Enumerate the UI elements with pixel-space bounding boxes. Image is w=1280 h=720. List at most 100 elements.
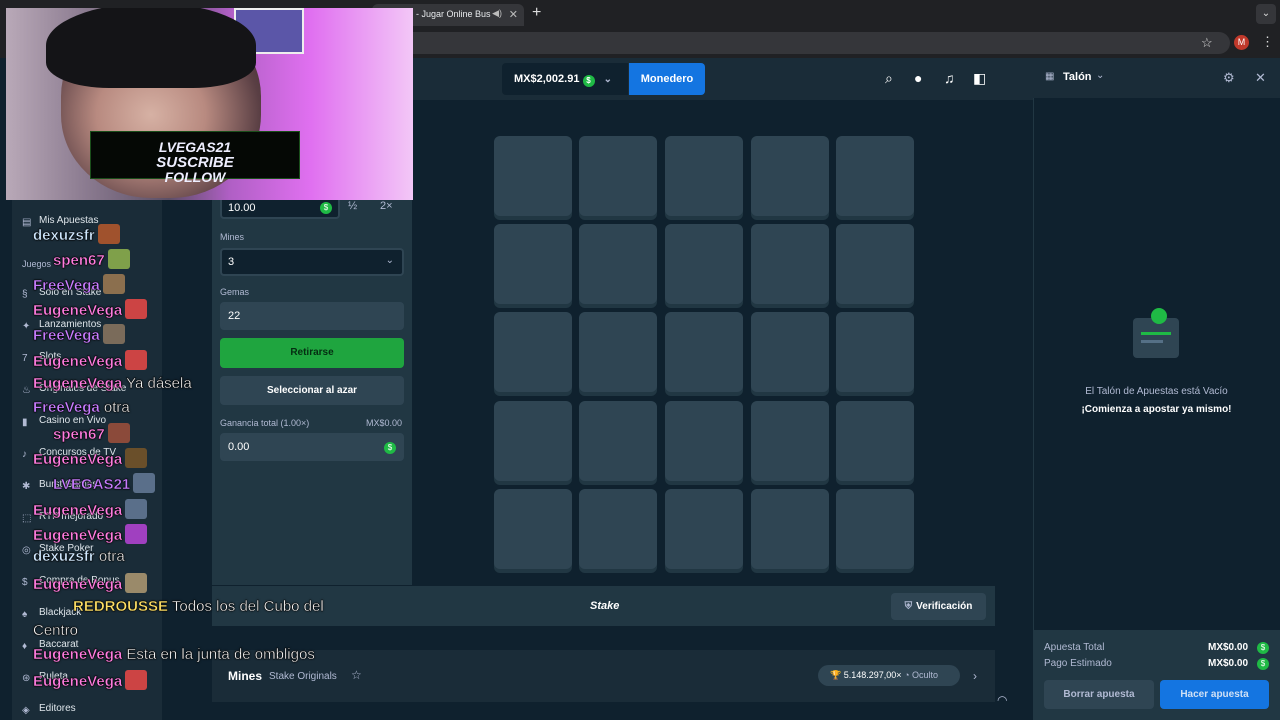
search-icon[interactable]: ⌕ — [885, 70, 893, 87]
headset-icon[interactable]: ◠ — [997, 693, 1007, 707]
chat-message: REDROUSSE Todos los del Cubo del — [73, 598, 324, 615]
mine-tile[interactable] — [579, 136, 657, 216]
slots-icon: 7 — [22, 353, 28, 364]
chat-message: spen67 — [53, 423, 130, 443]
half-bet-button[interactable]: ½ — [348, 200, 357, 212]
mine-tile[interactable] — [494, 224, 572, 304]
est-payout-value: MX$0.00 — [1208, 658, 1249, 669]
flame-icon: ♨ — [22, 385, 31, 396]
chat-message: EugeneVega — [33, 448, 148, 468]
balance-display[interactable]: MX$2,002.91 $ ⌄ — [502, 63, 628, 95]
mic-icon: ♪ — [22, 449, 27, 460]
chevron-down-icon[interactable]: ⌄ — [1256, 4, 1276, 24]
close-icon[interactable]: ✕ — [1255, 70, 1266, 86]
chat-message: EugeneVega — [33, 350, 148, 370]
mine-tile[interactable] — [751, 136, 829, 216]
chevron-right-icon[interactable]: › — [973, 669, 977, 683]
mines-select[interactable]: 3 ⌄ — [220, 248, 404, 276]
sidebar-item-publishers[interactable]: ◈ Editores — [22, 703, 76, 716]
chat-username: EugeneVega — [33, 502, 123, 519]
spade-icon: ♠ — [22, 609, 28, 620]
mine-tile[interactable] — [836, 401, 914, 481]
shield-check-icon: ⛨ — [904, 601, 913, 612]
mine-tile[interactable] — [751, 224, 829, 304]
mine-tile[interactable] — [665, 224, 743, 304]
chat-message: Centro — [33, 622, 78, 639]
close-tab-icon[interactable]: ✕ — [509, 8, 518, 21]
chat-emote-icon — [125, 448, 148, 468]
verify-button[interactable]: ⛨ Verificación — [891, 593, 986, 620]
max-win-pill[interactable]: 🏆 5.148.297,00× ◔ Oculto — [818, 665, 960, 686]
profile-avatar[interactable]: M — [1234, 35, 1249, 50]
chat-text: otra — [99, 399, 130, 416]
mine-tile[interactable] — [665, 312, 743, 392]
wallet-button[interactable]: Monedero — [629, 63, 705, 95]
subscribe-banner: LVEGAS21 SUSCRIBE FOLLOW — [90, 131, 300, 185]
notifications-bell-icon[interactable]: ♫ — [944, 70, 955, 86]
chat-message: EugeneVega Ya dásela — [33, 375, 192, 392]
mine-tile[interactable] — [579, 312, 657, 392]
mine-tile[interactable] — [836, 489, 914, 569]
mine-tile[interactable] — [579, 489, 657, 569]
chat-username: EugeneVega — [33, 353, 123, 370]
chat-username: spen67 — [53, 426, 105, 443]
chat-username: FreeVega — [33, 327, 100, 344]
chat-username: EugeneVega — [33, 576, 123, 593]
mine-tile[interactable] — [494, 136, 572, 216]
chevron-down-icon[interactable]: ⌄ — [1096, 70, 1104, 81]
chat-username: EugeneVega — [33, 375, 123, 392]
chat-emote-icon — [125, 299, 148, 319]
address-bar[interactable] — [300, 32, 1230, 54]
chat-message: EugeneVega Esta en la junta de ombligos — [33, 646, 315, 663]
publishers-icon: ◈ — [22, 705, 30, 716]
chat-text: otra — [94, 548, 125, 565]
rtp-icon: ⬚ — [22, 513, 32, 524]
random-pick-button[interactable]: Seleccionar al azar — [220, 376, 404, 405]
chat-emote-icon — [97, 224, 120, 244]
mine-tile[interactable] — [579, 401, 657, 481]
betslip-title[interactable]: Talón — [1063, 71, 1092, 83]
browser-menu-icon[interactable]: ⋮ — [1261, 34, 1274, 50]
user-icon[interactable]: ● — [914, 70, 922, 86]
currency-coin-icon: $ — [1257, 642, 1269, 654]
mine-tile[interactable] — [836, 224, 914, 304]
chat-message: EugeneVega — [33, 499, 148, 519]
place-bet-button[interactable]: Hacer apuesta — [1160, 680, 1269, 709]
mine-tile[interactable] — [836, 136, 914, 216]
toggle-betslip-icon[interactable]: ◧ — [973, 70, 986, 87]
mine-tile[interactable] — [665, 136, 743, 216]
stake-icon: § — [22, 289, 28, 300]
est-payout-label: Pago Estimado — [1044, 658, 1112, 669]
chat-text: Esta en la junta de ombligos — [122, 646, 315, 663]
chat-username: REDROUSSE — [73, 598, 169, 615]
mine-tile[interactable] — [494, 401, 572, 481]
mine-tile[interactable] — [836, 312, 914, 392]
currency-coin-icon: $ — [320, 202, 332, 214]
bookmark-star-icon[interactable]: ☆ — [1201, 35, 1213, 51]
chat-username: spen67 — [53, 252, 105, 269]
chat-username: dexuzsfr — [33, 227, 95, 244]
mine-tile[interactable] — [751, 401, 829, 481]
double-bet-button[interactable]: 2× — [380, 200, 393, 212]
mine-tile[interactable] — [665, 489, 743, 569]
chat-emote-icon — [125, 350, 148, 370]
chat-message: dexuzsfr otra — [33, 548, 125, 565]
new-tab-button[interactable]: + — [532, 4, 541, 22]
mine-tile[interactable] — [579, 224, 657, 304]
cashout-button[interactable]: Retirarse — [220, 338, 404, 368]
speaker-icon[interactable]: ◀) — [492, 8, 502, 19]
settings-gear-icon[interactable]: ⚙ — [1223, 70, 1235, 86]
mine-tile[interactable] — [494, 489, 572, 569]
mine-tile[interactable] — [751, 489, 829, 569]
mine-tile[interactable] — [665, 401, 743, 481]
mine-tile[interactable] — [494, 312, 572, 392]
favorite-star-icon[interactable]: ☆ — [351, 668, 362, 682]
currency-coin-icon: $ — [384, 442, 396, 454]
sparkle-icon: ✦ — [22, 321, 31, 332]
total-bet-label: Apuesta Total — [1044, 642, 1105, 653]
chat-emote-icon — [107, 423, 130, 443]
clear-bet-button[interactable]: Borrar apuesta — [1044, 680, 1154, 709]
mine-tile[interactable] — [751, 312, 829, 392]
chip-icon: ◎ — [22, 545, 31, 556]
chat-message: EugeneVega — [33, 670, 148, 690]
